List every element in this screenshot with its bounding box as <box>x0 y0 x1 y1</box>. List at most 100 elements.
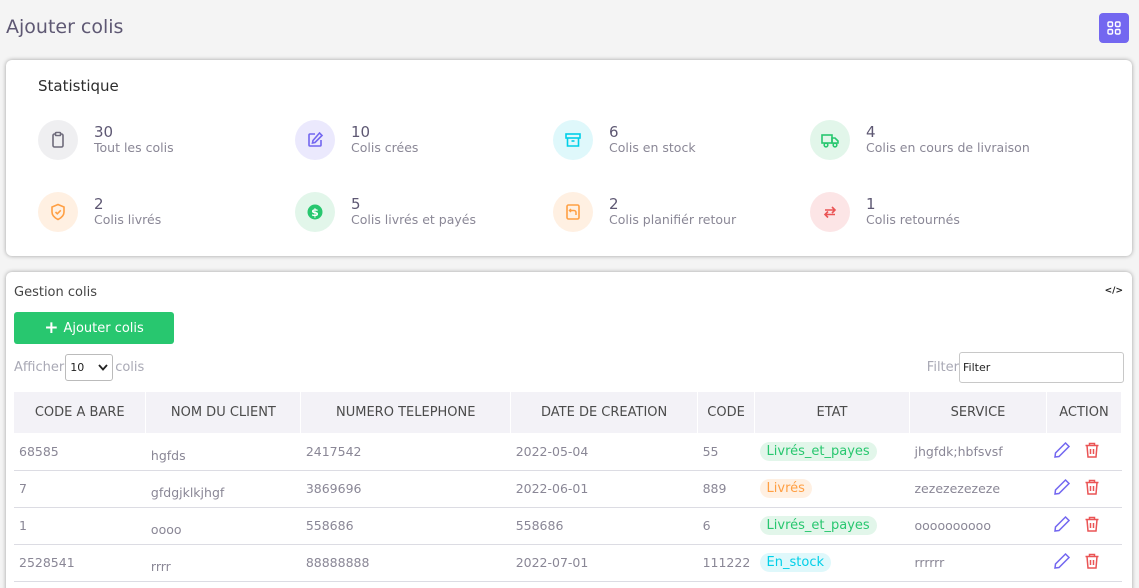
table-row: 7 gfdgjklkjhgf 3869696 2022-06-01 889 Li… <box>14 470 1122 508</box>
return-box-icon <box>553 192 593 232</box>
stat-label: Colis retournés <box>866 212 960 228</box>
stat-label: Colis livrés et payés <box>351 212 476 228</box>
stat-value: 5 <box>351 195 361 214</box>
cell-client-name: rrrr <box>145 544 301 582</box>
cell-client-name: gfdgjklkjhgf <box>145 470 301 508</box>
status-badge: Livrés <box>759 479 812 498</box>
stat-value: 2 <box>94 195 104 214</box>
stat-value: 4 <box>866 123 876 142</box>
cell-date: 2022-06-01 <box>510 470 698 508</box>
clipboard-icon <box>38 120 78 160</box>
page-size-value: 10 <box>70 361 85 374</box>
grid-menu-button[interactable] <box>1099 13 1129 43</box>
column-header[interactable]: ETAT <box>754 392 910 433</box>
column-header[interactable]: CODE <box>697 392 756 433</box>
chevron-down-icon <box>98 364 108 371</box>
cell-phone: 2417542 <box>300 433 511 471</box>
grid-icon <box>1107 21 1121 35</box>
archive-icon <box>553 120 593 160</box>
column-header[interactable]: SERVICE <box>909 392 1047 433</box>
code-view-icon[interactable]: </> <box>1105 286 1123 296</box>
edit-icon[interactable] <box>1053 552 1071 573</box>
stat-item: 6 Colis en stock <box>553 120 696 160</box>
column-header[interactable]: NOM DU CLIENT <box>145 392 302 433</box>
truck-icon <box>810 120 850 160</box>
delete-icon[interactable] <box>1083 478 1101 499</box>
status-badge: En_stock <box>759 553 831 572</box>
stat-value: 30 <box>94 123 114 142</box>
cell-code: 6 <box>697 507 755 545</box>
stat-item: 2 Colis livrés <box>38 192 161 232</box>
shield-icon <box>38 192 78 232</box>
cell-service: jhgfdk;hbfsvsf <box>909 433 1047 471</box>
stat-label: Colis en cours de livraison <box>866 140 1030 156</box>
cell-date: 558686 <box>510 507 698 545</box>
statistics-title: Statistique <box>38 77 119 95</box>
column-header[interactable]: ACTION <box>1046 392 1123 433</box>
swap-icon <box>810 192 850 232</box>
table-row: 2528541 rrrr 88888888 2022-07-01 111222 … <box>14 544 1122 582</box>
filter-control: Filter Filter <box>927 352 1124 383</box>
stat-item: 1 Colis retournés <box>810 192 960 232</box>
column-header[interactable]: CODE A BARE <box>14 392 147 433</box>
stat-item: 30 Tout les colis <box>38 120 174 160</box>
edit-icon[interactable] <box>1053 441 1071 462</box>
cell-client-name: oooo <box>145 507 301 545</box>
stat-value: 10 <box>351 123 371 142</box>
show-suffix: colis <box>115 360 145 375</box>
cell-code: 889 <box>697 470 755 508</box>
plus-icon: + <box>44 317 59 338</box>
stat-item: $ 5 Colis livrés et payés <box>295 192 476 232</box>
cell-phone: 558686 <box>300 507 511 545</box>
status-badge: Livrés_et_payes <box>759 441 877 461</box>
page-title: Ajouter colis <box>6 16 124 38</box>
stat-value: 2 <box>609 195 619 214</box>
status-badge: Livrés_et_payes <box>759 516 877 535</box>
cell-phone: 88888888 <box>300 544 511 582</box>
filter-label: Filter <box>926 360 959 375</box>
page-size-control: Afficher 10 colis <box>14 354 144 381</box>
stat-value: 1 <box>866 195 876 214</box>
parcels-table: CODE A BARE NOM DU CLIENT NUMERO TELEPHONE… <box>14 392 1123 582</box>
cell-phone: 3869696 <box>300 470 511 508</box>
stat-item: 10 Colis crées <box>295 120 418 160</box>
delete-icon[interactable] <box>1083 441 1101 462</box>
cell-barcode: 68585 <box>14 433 146 471</box>
delete-icon[interactable] <box>1083 515 1101 536</box>
stat-label: Tout les colis <box>94 140 174 156</box>
cell-code: 55 <box>697 433 755 471</box>
management-title: Gestion colis <box>14 285 97 300</box>
cell-code: 111222 <box>697 544 755 582</box>
dollar-icon: $ <box>295 192 335 232</box>
delete-icon[interactable] <box>1083 552 1101 573</box>
cell-client-name: hgfds <box>145 433 301 471</box>
filter-input[interactable]: Filter <box>959 352 1124 383</box>
statistics-card: Statistique 30 Tout les colis 10 Colis c… <box>6 60 1132 256</box>
stat-label: Colis livrés <box>94 212 162 228</box>
add-parcel-button[interactable]: + Ajouter colis <box>14 312 174 344</box>
edit-icon[interactable] <box>1053 478 1071 499</box>
cell-service: rrrrrr <box>909 544 1047 582</box>
parcel-management-card: Gestion colis </> + Ajouter colis Affich… <box>6 272 1132 588</box>
column-header[interactable]: DATE DE CREATION <box>510 392 699 433</box>
page-size-select[interactable]: 10 <box>65 354 114 381</box>
cell-date: 2022-05-04 <box>510 433 698 471</box>
stat-label: Colis planifiér retour <box>609 212 737 228</box>
stat-label: Colis en stock <box>609 140 696 156</box>
stat-item: 4 Colis en cours de livraison <box>810 120 1030 160</box>
show-label: Afficher <box>14 360 65 375</box>
cell-service: zezezezezeze <box>909 470 1047 508</box>
table-row: 1 oooo 558686 558686 6 Livrés_et_payes o… <box>14 507 1122 545</box>
cell-barcode: 7 <box>14 470 146 508</box>
cell-barcode: 1 <box>14 507 146 545</box>
cell-barcode: 2528541 <box>14 544 146 582</box>
edit-icon[interactable] <box>1053 515 1071 536</box>
stat-item: 2 Colis planifiér retour <box>553 192 736 232</box>
table-row: 68585 hgfds 2417542 2022-05-04 55 Livrés… <box>14 433 1122 471</box>
column-header[interactable]: NUMERO TELEPHONE <box>300 392 512 433</box>
stat-label: Colis crées <box>351 140 419 156</box>
add-parcel-label: Ajouter colis <box>63 320 144 336</box>
edit-icon <box>295 120 335 160</box>
cell-service: oooooooooo <box>909 507 1047 545</box>
cell-date: 2022-07-01 <box>510 544 698 582</box>
